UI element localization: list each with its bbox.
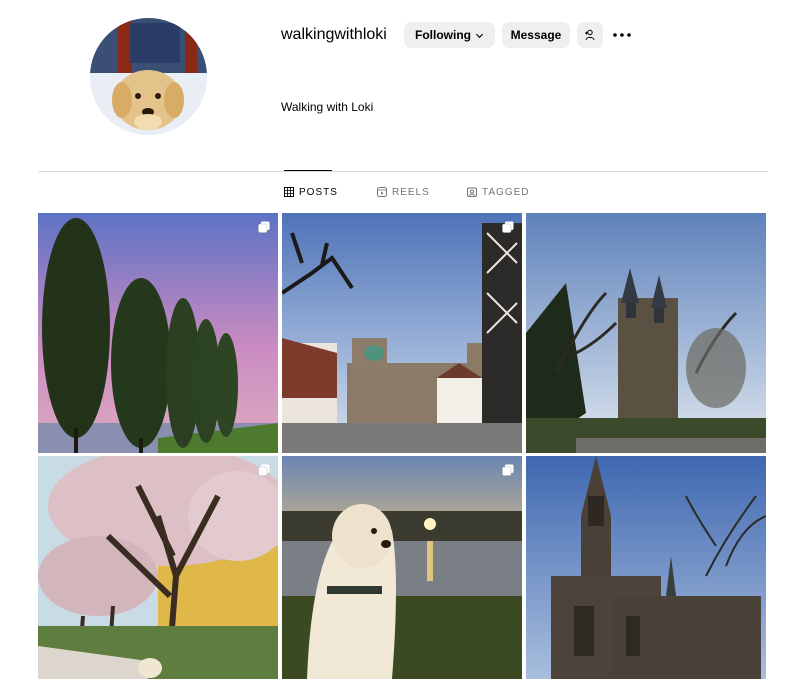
- multiple-photos-icon: [258, 221, 270, 233]
- tab-reels[interactable]: REELS: [377, 185, 430, 199]
- message-label: Message: [510, 28, 562, 42]
- post-tile[interactable]: [282, 213, 522, 453]
- grid-icon: [284, 187, 294, 197]
- profile-bio: Walking with Loki: [281, 100, 374, 114]
- post-tile[interactable]: [38, 456, 278, 679]
- post-tile[interactable]: [38, 213, 278, 453]
- post-tile[interactable]: [282, 456, 522, 679]
- add-user-button[interactable]: [577, 22, 603, 48]
- golden-retriever-sunset-photo: [282, 456, 522, 679]
- person-plus-icon: [585, 29, 595, 41]
- multiple-photos-icon: [502, 464, 514, 476]
- message-button[interactable]: Message: [502, 22, 570, 48]
- tab-tagged[interactable]: TAGGED: [467, 185, 529, 199]
- multiple-photos-icon: [258, 464, 270, 476]
- reels-icon: [377, 187, 387, 197]
- following-label: Following: [415, 28, 471, 42]
- twin-spire-cathedral-photo: [526, 213, 766, 453]
- cherry-blossom-photo: [38, 456, 278, 679]
- profile-avatar[interactable]: [90, 18, 207, 135]
- tagged-icon: [467, 187, 477, 197]
- ellipsis-icon: [613, 33, 631, 37]
- tab-reels-label: REELS: [392, 186, 430, 198]
- post-tile[interactable]: [526, 213, 766, 453]
- tabs-divider: [38, 171, 768, 172]
- tab-posts[interactable]: POSTS: [284, 185, 338, 199]
- more-options-button[interactable]: [611, 26, 633, 44]
- post-tile[interactable]: [526, 456, 766, 679]
- profile-username: walkingwithloki: [281, 26, 387, 43]
- multiple-photos-icon: [502, 221, 514, 233]
- avatar-photo: [90, 18, 207, 135]
- tab-posts-label: POSTS: [299, 186, 338, 198]
- tab-tagged-label: TAGGED: [482, 186, 530, 198]
- active-tab-indicator: [284, 170, 332, 171]
- gothic-church-photo: [526, 456, 766, 679]
- following-button[interactable]: Following: [404, 22, 495, 48]
- poplar-trees-photo: [38, 213, 278, 453]
- cathedral-dusk-photo: [282, 213, 522, 453]
- chevron-down-icon: [475, 33, 484, 38]
